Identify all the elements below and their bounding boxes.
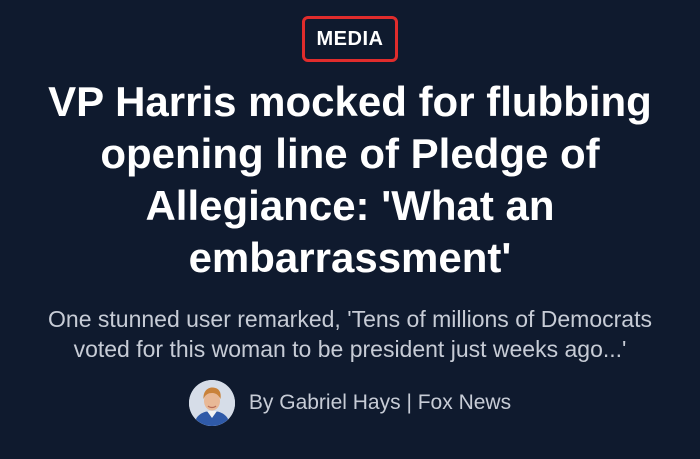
category-badge[interactable]: MEDIA bbox=[301, 16, 399, 62]
author-avatar[interactable] bbox=[188, 380, 235, 426]
article-subheadline: One stunned user remarked, 'Tens of mill… bbox=[48, 306, 652, 362]
article-header: MEDIA VP Harris mocked for flubbing open… bbox=[0, 0, 700, 459]
byline: By Gabriel Hays | Fox News bbox=[188, 380, 511, 426]
author-photo-icon bbox=[188, 380, 235, 426]
byline-text[interactable]: By Gabriel Hays | Fox News bbox=[249, 391, 511, 415]
article-headline[interactable]: VP Harris mocked for flubbing opening li… bbox=[30, 76, 670, 284]
